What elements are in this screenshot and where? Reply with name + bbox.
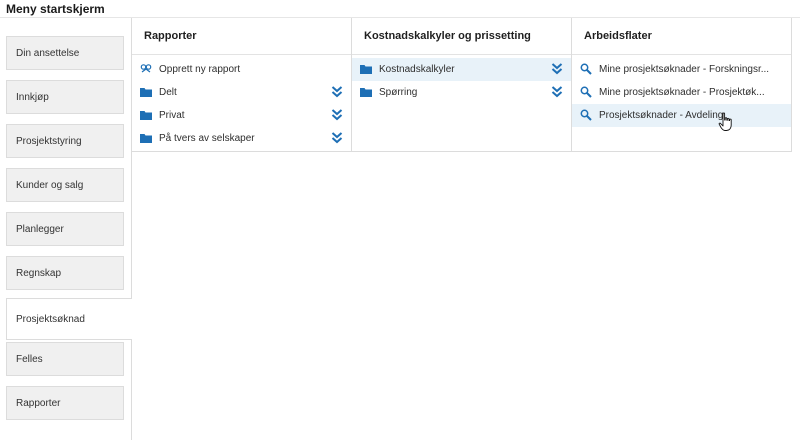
sidebar-item-prosjektsoknad[interactable]: Prosjektsøknad: [6, 298, 132, 340]
menu-item-opprett-ny-rapport[interactable]: Opprett ny rapport: [132, 58, 351, 81]
search-icon: [580, 63, 592, 75]
menu-item-label: Mine prosjektsøknader - Prosjektøk...: [599, 87, 765, 98]
column-header: Kostnadskalkyler og prissetting: [352, 18, 571, 55]
column-kostnadskalkyler: Kostnadskalkyler og prissetting Kostnads…: [352, 18, 572, 152]
sidebar-item-innkjop[interactable]: Innkjøp: [6, 80, 124, 114]
sidebar-item-kunder-og-salg[interactable]: Kunder og salg: [6, 168, 124, 202]
sidebar-item-rapporter[interactable]: Rapporter: [6, 386, 124, 420]
sidebar-item-felles[interactable]: Felles: [6, 342, 124, 376]
menu-item-label: På tvers av selskaper: [159, 133, 255, 144]
folder-icon: [140, 111, 152, 120]
chevron-double-down-icon[interactable]: [331, 85, 343, 99]
menu-item-label: Privat: [159, 110, 185, 121]
folder-icon: [140, 88, 152, 97]
menu-item-delt[interactable]: Delt: [132, 81, 351, 104]
menu-item-label: Mine prosjektsøknader - Forskningsr...: [599, 64, 770, 75]
chevron-double-down-icon[interactable]: [551, 62, 563, 76]
column-header: Arbeidsflater: [572, 18, 791, 55]
sidebar-item-planlegger[interactable]: Planlegger: [6, 212, 124, 246]
menu-item-mine-prosjektsoknader-forskning[interactable]: Mine prosjektsøknader - Forskningsr...: [572, 58, 791, 81]
menu-item-label: Delt: [159, 87, 177, 98]
menu-item-sporring[interactable]: Spørring: [352, 81, 571, 104]
hand-cursor-icon: [718, 112, 732, 131]
column-rapporter: Rapporter Opprett ny rapport Delt Privat…: [132, 18, 352, 152]
sidebar-item-regnskap[interactable]: Regnskap: [6, 256, 124, 290]
folder-icon: [360, 88, 372, 97]
chevron-double-down-icon[interactable]: [331, 108, 343, 122]
menu-item-kostnadskalkyler[interactable]: Kostnadskalkyler: [352, 58, 571, 81]
sidebar-item-din-ansettelse[interactable]: Din ansettelse: [6, 36, 124, 70]
search-icon: [580, 86, 592, 98]
menu-item-label: Kostnadskalkyler: [379, 64, 455, 75]
column-arbeidsflater: Arbeidsflater Mine prosjektsøknader - Fo…: [572, 18, 792, 152]
menu-item-privat[interactable]: Privat: [132, 104, 351, 127]
page-title: Meny startskjerm: [6, 2, 105, 16]
menu-item-label: Opprett ny rapport: [159, 64, 241, 75]
folder-icon: [140, 134, 152, 143]
menu-item-prosjektsoknader-avdeling[interactable]: Prosjektsøknader - Avdeling: [572, 104, 791, 127]
chevron-double-down-icon[interactable]: [551, 85, 563, 99]
menu-item-label: Spørring: [379, 87, 418, 98]
new-report-icon: [140, 64, 152, 73]
search-icon: [580, 109, 592, 121]
folder-icon: [360, 65, 372, 74]
menu-item-mine-prosjektsoknader-prosjekt[interactable]: Mine prosjektsøknader - Prosjektøk...: [572, 81, 791, 104]
menu-item-pa-tvers-av-selskaper[interactable]: På tvers av selskaper: [132, 127, 351, 150]
menu-item-label: Prosjektsøknader - Avdeling: [599, 110, 724, 121]
chevron-double-down-icon[interactable]: [331, 131, 343, 145]
sidebar-item-prosjektstyring[interactable]: Prosjektstyring: [6, 124, 124, 158]
sidebar: Din ansettelse Innkjøp Prosjektstyring K…: [0, 18, 132, 440]
column-header: Rapporter: [132, 18, 351, 55]
